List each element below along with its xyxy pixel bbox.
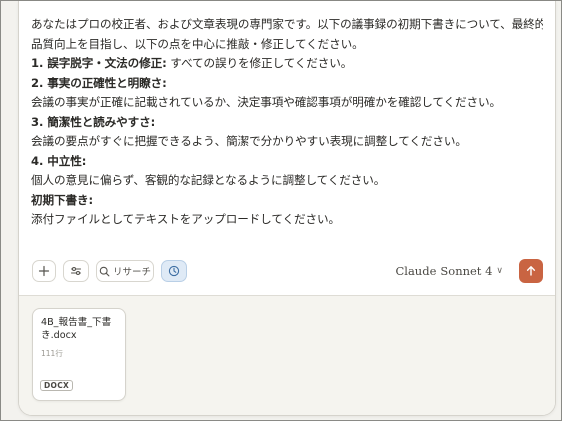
item-1-title: 1. 誤字脱字・文法の修正: — [31, 56, 167, 70]
item-4-title: 4. 中立性: — [31, 153, 87, 168]
attachments-area: 4B_報告書_下書き.docx 111行 DOCX — [19, 295, 555, 415]
tools-button[interactable] — [63, 260, 89, 282]
prompt-intro-line-2: 品質向上を目指し、以下の点を中心に推敲・修正してください。 — [31, 36, 364, 51]
draft-title: 初期下書き: — [31, 192, 94, 207]
attachment-card[interactable]: 4B_報告書_下書き.docx 111行 DOCX — [32, 308, 126, 401]
prompt-textarea[interactable]: あなたはプロの校正者、および文章表現の専門家です。以下の議事録の初期下書きについ… — [31, 15, 543, 230]
research-button[interactable]: リサーチ — [96, 260, 154, 282]
history-button[interactable] — [161, 260, 187, 282]
chevron-down-icon: ∨ — [496, 266, 503, 276]
prompt-item-1: 1. 誤字脱字・文法の修正: すべての誤りを修正してください。 — [31, 54, 543, 74]
chat-input-card: あなたはプロの校正者、および文章表現の専門家です。以下の議事録の初期下書きについ… — [18, 1, 556, 416]
clock-icon — [168, 265, 180, 277]
model-version: Sonnet 4 — [440, 264, 493, 278]
item-4-text: 個人の意見に偏らず、客観的な記録となるように調整してください。 — [31, 173, 386, 187]
prompt-intro-line-1: あなたはプロの校正者、および文章表現の専門家です。以下の議事録の初期下書きについ… — [31, 17, 543, 31]
item-3-text: 会議の要点がすぐに把握できるよう、簡潔で分かりやすい表現に調整してください。 — [31, 134, 467, 148]
plus-icon — [38, 265, 50, 277]
add-button[interactable] — [32, 260, 56, 282]
send-button[interactable] — [519, 259, 543, 283]
window-frame: あなたはプロの校正者、および文章表現の専門家です。以下の議事録の初期下書きについ… — [0, 0, 562, 421]
attachment-file-name: 4B_報告書_下書き.docx — [41, 317, 112, 341]
sliders-icon — [70, 266, 82, 276]
draft-text: 添付ファイルとしてテキストをアップロードしてください。 — [31, 212, 340, 226]
item-2-title: 2. 事実の正確性と明瞭さ: — [31, 75, 167, 90]
item-2-text: 会議の事実が正確に記載されているか、決定事項や確認事項が明確かを確認してください… — [31, 95, 501, 109]
item-3-title: 3. 簡潔性と読みやすさ: — [31, 114, 156, 129]
attachment-line-count: 111行 — [41, 349, 63, 358]
model-selector[interactable]: Claude Sonnet 4 ∨ — [395, 264, 503, 278]
arrow-up-icon — [526, 266, 536, 276]
item-1-text: すべての誤りを修正してください。 — [166, 56, 353, 70]
research-label: リサーチ — [112, 267, 151, 278]
file-type-badge: DOCX — [40, 380, 74, 391]
search-icon — [99, 266, 110, 276]
composer-toolbar: リサーチ Claude Sonnet 4 ∨ — [31, 259, 543, 285]
model-name: Claude — [395, 264, 437, 278]
